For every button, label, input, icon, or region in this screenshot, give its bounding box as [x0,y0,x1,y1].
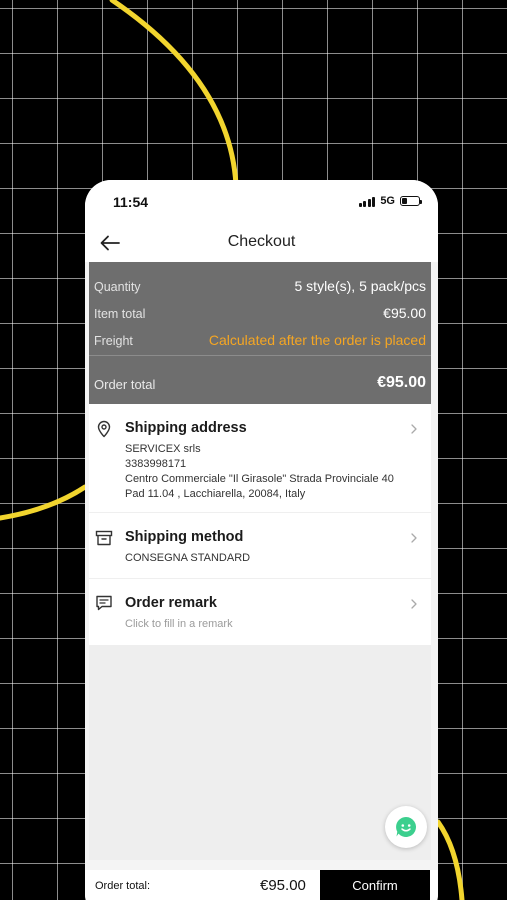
chevron-right-icon [411,599,417,609]
bottom-total-label: Order total: [95,880,151,892]
address-line: Centro Commerciale "Il Girasole" Strada … [125,473,394,485]
summary-divider [89,355,431,356]
location-pin-icon [97,420,111,438]
page-title: Checkout [227,233,296,250]
content-area [89,645,431,860]
order-summary: Quantity 5 style(s), 5 pack/pcs Item tot… [89,262,431,404]
chevron-right-icon [411,533,417,543]
order-remark-card[interactable]: Order remark Click to fill in a remark [89,579,431,645]
confirm-button[interactable]: Confirm [320,870,430,900]
address-line: Pad 11.04 , Lacchiarella, 20084, Italy [125,488,306,500]
summary-label: Freight [94,334,133,348]
summary-label: Item total [94,307,146,321]
summary-value: €95.00 [383,305,426,321]
summary-value: 5 style(s), 5 pack/pcs [294,278,427,294]
order-total-label: Order total [94,377,156,392]
bottom-total-value: €95.00 [260,877,306,894]
chat-smile-icon [396,817,417,837]
shipping-method-card[interactable]: Shipping method CONSEGNA STANDARD [89,513,431,578]
box-icon [95,530,113,546]
summary-row-item-total: Item total €95.00 [89,305,431,325]
status-indicators: 5G [358,195,422,207]
summary-label: Quantity [94,280,141,294]
chevron-right-icon [411,424,417,434]
shipping-address-card[interactable]: Shipping address SERVICEX srls 338399817… [89,404,431,512]
checkout-bottom-bar: Order total: €95.00 Confirm [85,870,438,900]
status-time: 11:54 [113,194,149,210]
message-icon [96,595,112,611]
signal-icon [358,196,376,207]
summary-row-freight: Freight Calculated after the order is pl… [89,332,431,352]
help-chat-button[interactable] [385,806,427,848]
phone-screen: 11:54 5G Checkout Quantity 5 style(s), 5… [85,180,438,900]
order-total-value: €95.00 [377,374,426,391]
address-line: 3383998171 [125,458,187,470]
shipping-method-title: Shipping method [125,529,244,545]
summary-row-quantity: Quantity 5 style(s), 5 pack/pcs [89,278,431,298]
shipping-address-title: Shipping address [125,420,247,436]
status-bar: 11:54 5G [85,180,438,224]
nav-bar: Checkout [85,224,438,262]
shipping-method-value: CONSEGNA STANDARD [125,552,251,564]
order-remark-placeholder[interactable]: Click to fill in a remark [125,618,233,630]
battery-icon [400,196,422,206]
order-remark-title: Order remark [125,595,217,611]
address-line: SERVICEX srls [125,443,201,455]
freight-note: Calculated after the order is placed [208,332,426,348]
network-type: 5G [380,195,395,207]
